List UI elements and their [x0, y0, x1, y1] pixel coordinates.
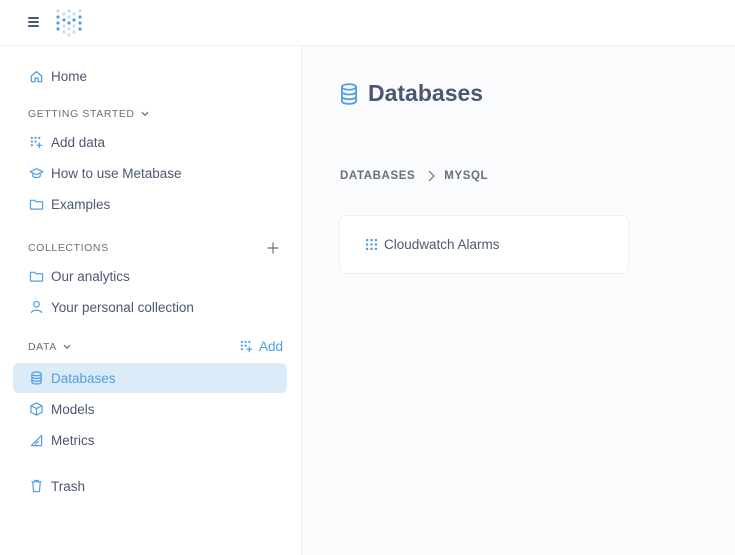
cube-icon — [28, 401, 44, 417]
page-title: Databases — [340, 80, 483, 107]
section-collections: COLLECTIONS — [28, 242, 109, 254]
sidebar-item-examples[interactable]: Examples — [13, 189, 287, 219]
sidebar: Home GETTING STARTED Add data How to use… — [0, 46, 302, 555]
sidebar-item-personal-collection[interactable]: Your personal collection — [13, 292, 287, 322]
sidebar-item-home[interactable]: Home — [13, 61, 287, 91]
sidebar-item-label: Trash — [51, 478, 86, 494]
folder-icon — [28, 196, 44, 212]
sidebar-item-label: Examples — [51, 196, 111, 212]
chevron-down-icon — [141, 111, 149, 117]
home-icon — [28, 68, 44, 84]
sidebar-item-label: How to use Metabase — [51, 165, 182, 181]
plus-icon[interactable] — [266, 241, 280, 255]
sidebar-item-metrics[interactable]: Metrics — [13, 425, 287, 455]
graduation-cap-icon — [28, 165, 44, 181]
section-label: COLLECTIONS — [28, 242, 109, 254]
metabase-logo[interactable] — [55, 7, 83, 37]
sidebar-item-add-data[interactable]: Add data — [13, 127, 287, 157]
trash-icon — [28, 478, 44, 494]
chevron-down-icon — [63, 344, 71, 350]
section-label: DATA — [28, 341, 57, 353]
top-bar — [0, 0, 735, 46]
database-icon — [341, 82, 357, 105]
section-getting-started[interactable]: GETTING STARTED — [28, 108, 149, 120]
sidebar-item-our-analytics[interactable]: Our analytics — [13, 261, 287, 291]
breadcrumb: DATABASES MYSQL — [340, 170, 488, 182]
sidebar-item-label: Your personal collection — [51, 299, 194, 315]
add-data-icon — [28, 134, 44, 150]
chevron-right-icon — [428, 170, 436, 182]
table-card[interactable]: Cloudwatch Alarms — [339, 215, 629, 274]
sidebar-item-label: Models — [51, 401, 95, 417]
sidebar-item-databases[interactable]: Databases — [13, 363, 287, 393]
sidebar-item-label: Our analytics — [51, 268, 130, 284]
metric-icon — [28, 432, 44, 448]
sidebar-item-how-to-use[interactable]: How to use Metabase — [13, 158, 287, 188]
table-card-label: Cloudwatch Alarms — [384, 237, 500, 252]
sidebar-item-label: Add data — [51, 134, 106, 150]
add-data-icon — [240, 340, 253, 352]
breadcrumb-item-mysql: MYSQL — [444, 170, 489, 182]
database-icon — [28, 370, 44, 386]
sidebar-item-label: Home — [51, 68, 88, 84]
sidebar-item-trash[interactable]: Trash — [13, 471, 287, 501]
main-content: Databases DATABASES MYSQL Cloudwatch Ala… — [302, 46, 735, 555]
add-data-button[interactable]: Add — [240, 338, 283, 354]
folder-icon — [28, 268, 44, 284]
sidebar-item-label: Databases — [51, 370, 116, 386]
page-title-text: Databases — [368, 80, 484, 106]
table-grid-icon — [366, 239, 377, 250]
add-button-label: Add — [259, 338, 284, 354]
sidebar-item-label: Metrics — [51, 432, 95, 448]
hamburger-menu-icon[interactable] — [28, 14, 42, 30]
section-data[interactable]: DATA — [28, 341, 71, 353]
section-label: GETTING STARTED — [28, 108, 135, 120]
breadcrumb-item-databases[interactable]: DATABASES — [340, 170, 415, 182]
person-icon — [28, 299, 44, 315]
sidebar-item-models[interactable]: Models — [13, 394, 287, 424]
